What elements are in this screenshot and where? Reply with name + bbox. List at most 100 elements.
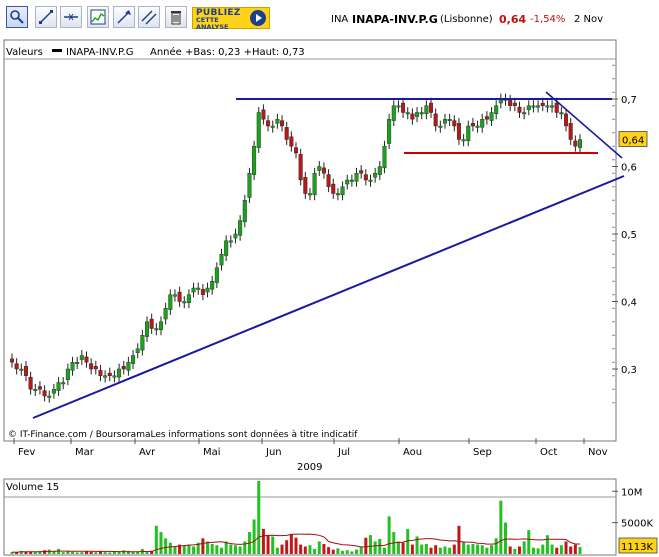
candle-body (298, 154, 303, 181)
volume-bar (438, 547, 442, 554)
volume-bar (396, 541, 400, 554)
volume-bar (275, 547, 279, 554)
candle-body (522, 112, 527, 115)
volume-bar (522, 541, 526, 554)
volume-bar (550, 544, 554, 554)
candle-body (28, 376, 33, 390)
volume-bar (94, 552, 98, 554)
candle-body (456, 123, 461, 140)
y-tick-label: 0,7 (621, 95, 637, 106)
candle-body (545, 105, 550, 108)
candle-body (433, 113, 438, 127)
candle-body (489, 112, 494, 121)
candle-body (79, 355, 84, 360)
candle-body (424, 105, 429, 115)
volume-bar (476, 544, 480, 554)
candle-body (303, 177, 308, 194)
volume-bar (345, 550, 349, 554)
candle-body (405, 112, 410, 115)
volume-bar (387, 516, 391, 554)
candle-body (140, 335, 145, 351)
volume-bar (420, 544, 424, 554)
candle-body (242, 200, 247, 223)
candle-body (550, 105, 555, 108)
volume-bar (192, 546, 196, 554)
volume-bar (462, 541, 466, 554)
volume-bar (378, 538, 382, 554)
volume-bar (112, 551, 116, 554)
volume-bar (303, 546, 307, 554)
x-tick-label: Jul (337, 447, 350, 458)
volume-bar (252, 519, 256, 554)
volume-bar (494, 538, 498, 554)
candle-body (131, 355, 136, 364)
volume-bar (131, 552, 135, 554)
volume-bar (480, 545, 484, 554)
candle-body (103, 375, 108, 378)
volume-bar (573, 544, 577, 554)
volume-bar (164, 538, 168, 554)
volume-bar (71, 551, 75, 554)
candle-body (363, 174, 368, 181)
candle-body (377, 166, 382, 175)
volume-bar (168, 542, 172, 554)
x-tick-label: Oct (540, 447, 557, 458)
candle-body (163, 308, 168, 320)
volume-bar (355, 549, 359, 554)
candle-body (345, 179, 350, 185)
volume-bar (201, 538, 205, 554)
candle-body (349, 179, 354, 182)
volume-bar (229, 544, 233, 554)
volume-bar (373, 541, 377, 554)
x-tick-label: Fev (18, 447, 35, 458)
candle-body (359, 170, 364, 174)
volume-bar (317, 541, 321, 554)
last-volume-label: 1113K (621, 542, 653, 553)
candle-body (191, 287, 196, 293)
candle-body (540, 102, 545, 106)
candle-body (415, 112, 420, 117)
volume-bar (564, 541, 568, 554)
volume-tick-label: 10M (621, 487, 642, 498)
candle-body (154, 328, 159, 331)
volume-bar (98, 551, 102, 554)
volume-bar (331, 549, 335, 554)
candle-body (289, 136, 294, 147)
x-tick-label: Aou (403, 447, 422, 458)
candle-body (470, 123, 475, 127)
candle-body (373, 173, 378, 178)
candle-body (284, 127, 289, 140)
volume-bar (215, 545, 219, 554)
candle-body (401, 102, 406, 113)
volume-bar (541, 544, 545, 554)
candle-body (51, 389, 56, 394)
volume-bar (257, 481, 261, 554)
legend-swatch (52, 49, 62, 52)
candle-body (484, 116, 489, 120)
volume-bar (471, 543, 475, 554)
volume-bar (517, 546, 521, 554)
volume-bar (452, 544, 456, 554)
candle-body (438, 125, 443, 128)
volume-bar (490, 545, 494, 554)
y-tick-label: 0,5 (621, 230, 637, 241)
candle-body (280, 120, 285, 127)
volume-bar (80, 552, 84, 554)
volume-bar (266, 535, 270, 554)
candle-body (210, 281, 215, 290)
volume-bar (33, 552, 37, 554)
candle-body (466, 125, 471, 142)
candle-body (517, 106, 522, 113)
volume-bar (173, 546, 177, 554)
candle-body (368, 179, 373, 182)
volume-bar (410, 544, 414, 554)
volume-bar (313, 548, 317, 554)
candle-body (121, 366, 126, 370)
candle-body (145, 321, 150, 337)
candle-body (321, 167, 326, 174)
candle-body (382, 146, 387, 169)
volume-bar (531, 547, 535, 554)
candle-body (396, 105, 401, 108)
candle-body (112, 375, 117, 378)
volume-bar (61, 552, 65, 554)
